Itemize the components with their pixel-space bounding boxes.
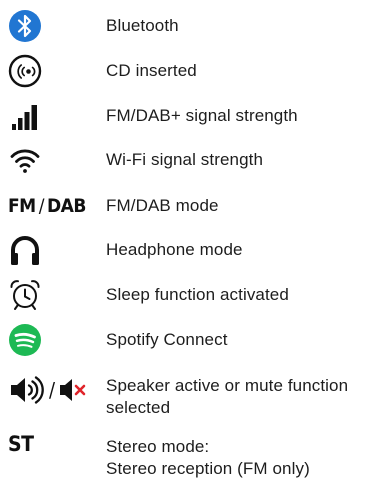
legend-label: FM/DAB mode: [106, 196, 219, 215]
legend-label: Bluetooth: [106, 16, 179, 35]
spotify-icon: [8, 322, 98, 358]
dab-text: DAB: [46, 195, 86, 217]
legend-label: FM/DAB+ signal strength: [106, 106, 298, 125]
alarm-clock-icon: [8, 277, 98, 313]
legend-label: Speaker active or mute function selected: [106, 375, 381, 419]
legend-label-line: Stereo reception (FM only): [106, 459, 310, 478]
speaker-mute-icon: /: [8, 372, 98, 408]
headphones-icon: [8, 232, 98, 268]
legend-label-line: Stereo mode:: [106, 437, 210, 456]
fm-text: FM: [8, 195, 36, 217]
legend-label: Stereo mode: Stereo reception (FM only): [106, 436, 381, 480]
slash-text: /: [49, 378, 55, 402]
slash-text: /: [38, 195, 45, 217]
cd-icon: [8, 53, 98, 89]
legend-label: Headphone mode: [106, 240, 243, 259]
speaker-active-icon: [11, 376, 44, 404]
signal-strength-icon: [8, 98, 98, 134]
legend-label: Wi-Fi signal strength: [106, 150, 264, 169]
legend-label-line: selected: [106, 398, 171, 417]
bluetooth-icon: [8, 8, 98, 44]
st-text: ST: [8, 432, 34, 456]
icon-legend: Bluetooth CD inserted FM/DAB+ signal str…: [0, 0, 385, 492]
legend-label-line: Speaker active or mute function: [106, 376, 349, 395]
stereo-icon: ST: [8, 426, 98, 462]
legend-label: Sleep function activated: [106, 285, 289, 304]
legend-label: Spotify Connect: [106, 330, 228, 349]
wifi-icon: [8, 142, 98, 178]
fm-dab-mode-icon: FM / DAB: [8, 188, 98, 224]
speaker-mute-x-icon: [59, 379, 85, 401]
legend-label: CD inserted: [106, 61, 197, 80]
